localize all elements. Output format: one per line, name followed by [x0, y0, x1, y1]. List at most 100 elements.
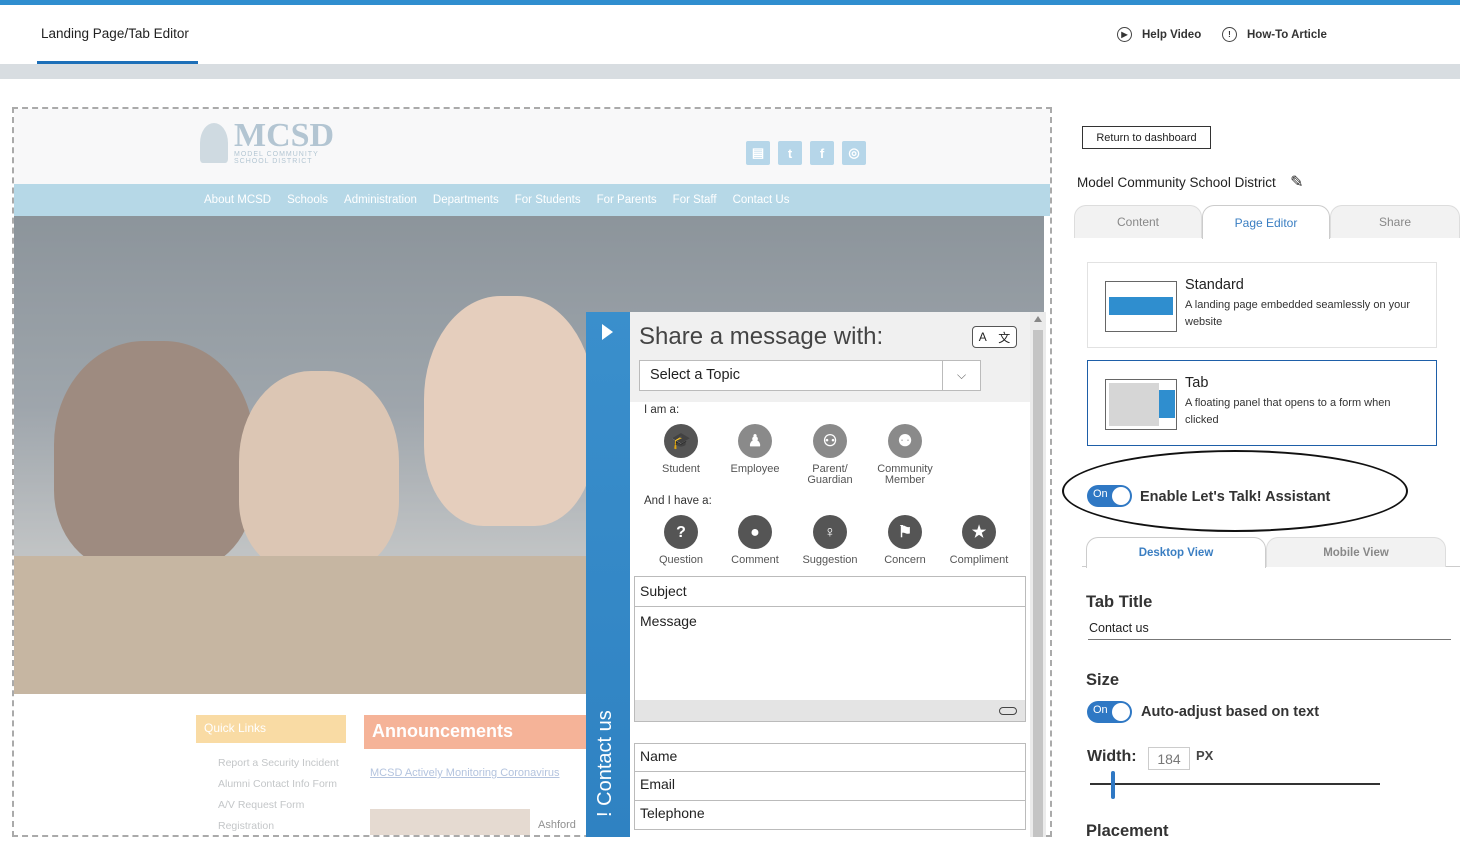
type-concern[interactable]: ⚑ Concern: [870, 515, 940, 566]
role-label: Parent/ Guardian: [807, 463, 853, 486]
widget-tab-label: ! Contact us: [594, 710, 617, 817]
facebook-icon[interactable]: f: [810, 141, 834, 165]
child-photo: [54, 341, 254, 571]
attachment-icon[interactable]: [999, 707, 1017, 715]
school-app-icon[interactable]: ▤: [746, 141, 770, 165]
org-name: Model Community School District: [1077, 174, 1276, 190]
site-header: MCSD MODEL COMMUNITY SCHOOL DISTRICT ▤ t…: [14, 109, 1050, 184]
nav-item[interactable]: For Staff: [673, 194, 717, 206]
scroll-up-icon[interactable]: [1034, 316, 1042, 322]
type-label: Question: [658, 554, 704, 566]
role-label: Student: [662, 463, 700, 475]
role-parent-guardian[interactable]: ⚇ Parent/ Guardian: [795, 424, 865, 486]
nav-item[interactable]: About MCSD: [204, 194, 271, 206]
type-suggestion[interactable]: ♀ Suggestion: [795, 515, 865, 566]
role-employee[interactable]: ♟ Employee: [720, 424, 790, 475]
globe-logo-icon: [200, 123, 228, 163]
toggle-state: On: [1093, 704, 1108, 716]
help-video-label: Help Video: [1142, 28, 1202, 41]
tab-layout-thumbnail: [1105, 379, 1177, 430]
instagram-icon[interactable]: ◎: [842, 141, 866, 165]
collapse-arrow-icon[interactable]: [602, 324, 613, 340]
nav-item[interactable]: Contact Us: [733, 194, 790, 206]
toggle-knob: [1112, 703, 1130, 721]
editor-panel: Return to dashboard Model Community Scho…: [1062, 107, 1460, 840]
how-to-article-link[interactable]: ! How-To Article: [1222, 27, 1327, 42]
assistant-label: Enable Let's Talk! Assistant: [1140, 489, 1331, 505]
layout-option-standard[interactable]: Standard A landing page embedded seamles…: [1087, 262, 1437, 348]
placement-heading: Placement: [1086, 822, 1169, 840]
question-icon: ?: [664, 515, 698, 549]
comment-icon: ●: [738, 515, 772, 549]
nav-item[interactable]: Departments: [433, 194, 499, 206]
site-logo: MCSD MODEL COMMUNITY SCHOOL DISTRICT: [200, 119, 334, 165]
translate-icon[interactable]: A文: [972, 326, 1017, 348]
auto-adjust-toggle[interactable]: On: [1087, 701, 1132, 723]
quick-link-item[interactable]: Registration: [218, 820, 274, 832]
width-unit: PX: [1196, 748, 1214, 763]
tab-mobile-view[interactable]: Mobile View: [1266, 537, 1446, 567]
tab-title-text: Contact us: [594, 710, 616, 806]
type-comment[interactable]: ● Comment: [720, 515, 790, 566]
announcement-link[interactable]: MCSD Actively Monitoring Coronavirus: [370, 767, 560, 779]
type-compliment[interactable]: ★ Compliment: [944, 515, 1014, 566]
tab-title-heading: Tab Title: [1086, 593, 1153, 611]
help-video-link[interactable]: ▶ Help Video: [1117, 27, 1201, 42]
widget-tab-strip[interactable]: ! Contact us: [586, 312, 630, 837]
lightbulb-icon: ♀: [813, 515, 847, 549]
role-community-member[interactable]: ⚉ Community Member: [870, 424, 940, 486]
nav-item[interactable]: For Students: [515, 194, 581, 206]
size-heading: Size: [1086, 671, 1120, 689]
info-circle-icon: !: [1222, 27, 1237, 42]
topic-select[interactable]: Select a Topic ⌵: [639, 360, 981, 391]
width-input[interactable]: 184: [1148, 747, 1190, 770]
employee-icon: ♟: [738, 424, 772, 458]
assistant-toggle[interactable]: On: [1087, 485, 1132, 507]
nav-item[interactable]: For Parents: [597, 194, 657, 206]
message-toolbar: [634, 700, 1026, 722]
contact-widget: ! Contact us Share a message with: A文 Se…: [586, 312, 1046, 837]
twitter-icon[interactable]: t: [778, 141, 802, 165]
email-field[interactable]: Email: [634, 772, 1026, 801]
type-label: Comment: [731, 554, 779, 566]
tab-title-input[interactable]: Contact us: [1088, 621, 1451, 640]
widget-title: Share a message with:: [639, 323, 884, 350]
tab-landing-page-editor[interactable]: Landing Page/Tab Editor: [37, 5, 198, 64]
child-photo: [239, 371, 399, 571]
telephone-field[interactable]: Telephone: [634, 801, 1026, 830]
role-student[interactable]: 🎓 Student: [646, 424, 716, 475]
tab-option-description: A floating panel that opens to a form wh…: [1185, 397, 1391, 426]
width-slider-track[interactable]: [1090, 783, 1380, 785]
subject-field[interactable]: Subject: [634, 576, 1026, 607]
name-field[interactable]: Name: [634, 743, 1026, 772]
pencil-icon[interactable]: ✎: [1288, 173, 1306, 191]
tab-page-editor[interactable]: Page Editor: [1202, 205, 1330, 239]
toggle-state: On: [1093, 488, 1108, 500]
type-question[interactable]: ? Question: [646, 515, 716, 566]
flag-icon: ⚑: [888, 515, 922, 549]
width-slider-thumb[interactable]: [1111, 771, 1115, 799]
scroll-thumb[interactable]: [1033, 330, 1043, 837]
standard-title: Standard: [1185, 277, 1244, 293]
announcement-photo: [370, 809, 530, 835]
widget-header: Share a message with: A文 Select a Topic …: [630, 312, 1030, 402]
type-label: Concern: [884, 554, 926, 566]
widget-scrollbar[interactable]: [1030, 312, 1046, 837]
chevron-down-icon[interactable]: ⌵: [942, 361, 980, 390]
quick-link-item[interactable]: Alumni Contact Info Form: [218, 778, 337, 790]
quick-link-item[interactable]: Report a Security Incident: [218, 757, 339, 769]
message-field[interactable]: Message: [634, 607, 1026, 701]
return-to-dashboard-button[interactable]: Return to dashboard: [1082, 126, 1211, 149]
tab-content[interactable]: Content: [1074, 205, 1202, 238]
nav-item[interactable]: Schools: [287, 194, 328, 206]
width-label: Width:: [1087, 748, 1137, 765]
tab-desktop-view[interactable]: Desktop View: [1086, 537, 1266, 568]
nav-item[interactable]: Administration: [344, 194, 417, 206]
quick-link-item[interactable]: A/V Request Form: [218, 799, 304, 811]
role-label: Employee: [730, 463, 780, 475]
star-icon: ★: [962, 515, 996, 549]
announcements-heading: Announcements: [364, 715, 594, 749]
view-tabs: Desktop View Mobile View: [1082, 537, 1460, 568]
tab-share[interactable]: Share: [1330, 205, 1460, 238]
layout-option-tab[interactable]: Tab A floating panel that opens to a for…: [1087, 360, 1437, 446]
